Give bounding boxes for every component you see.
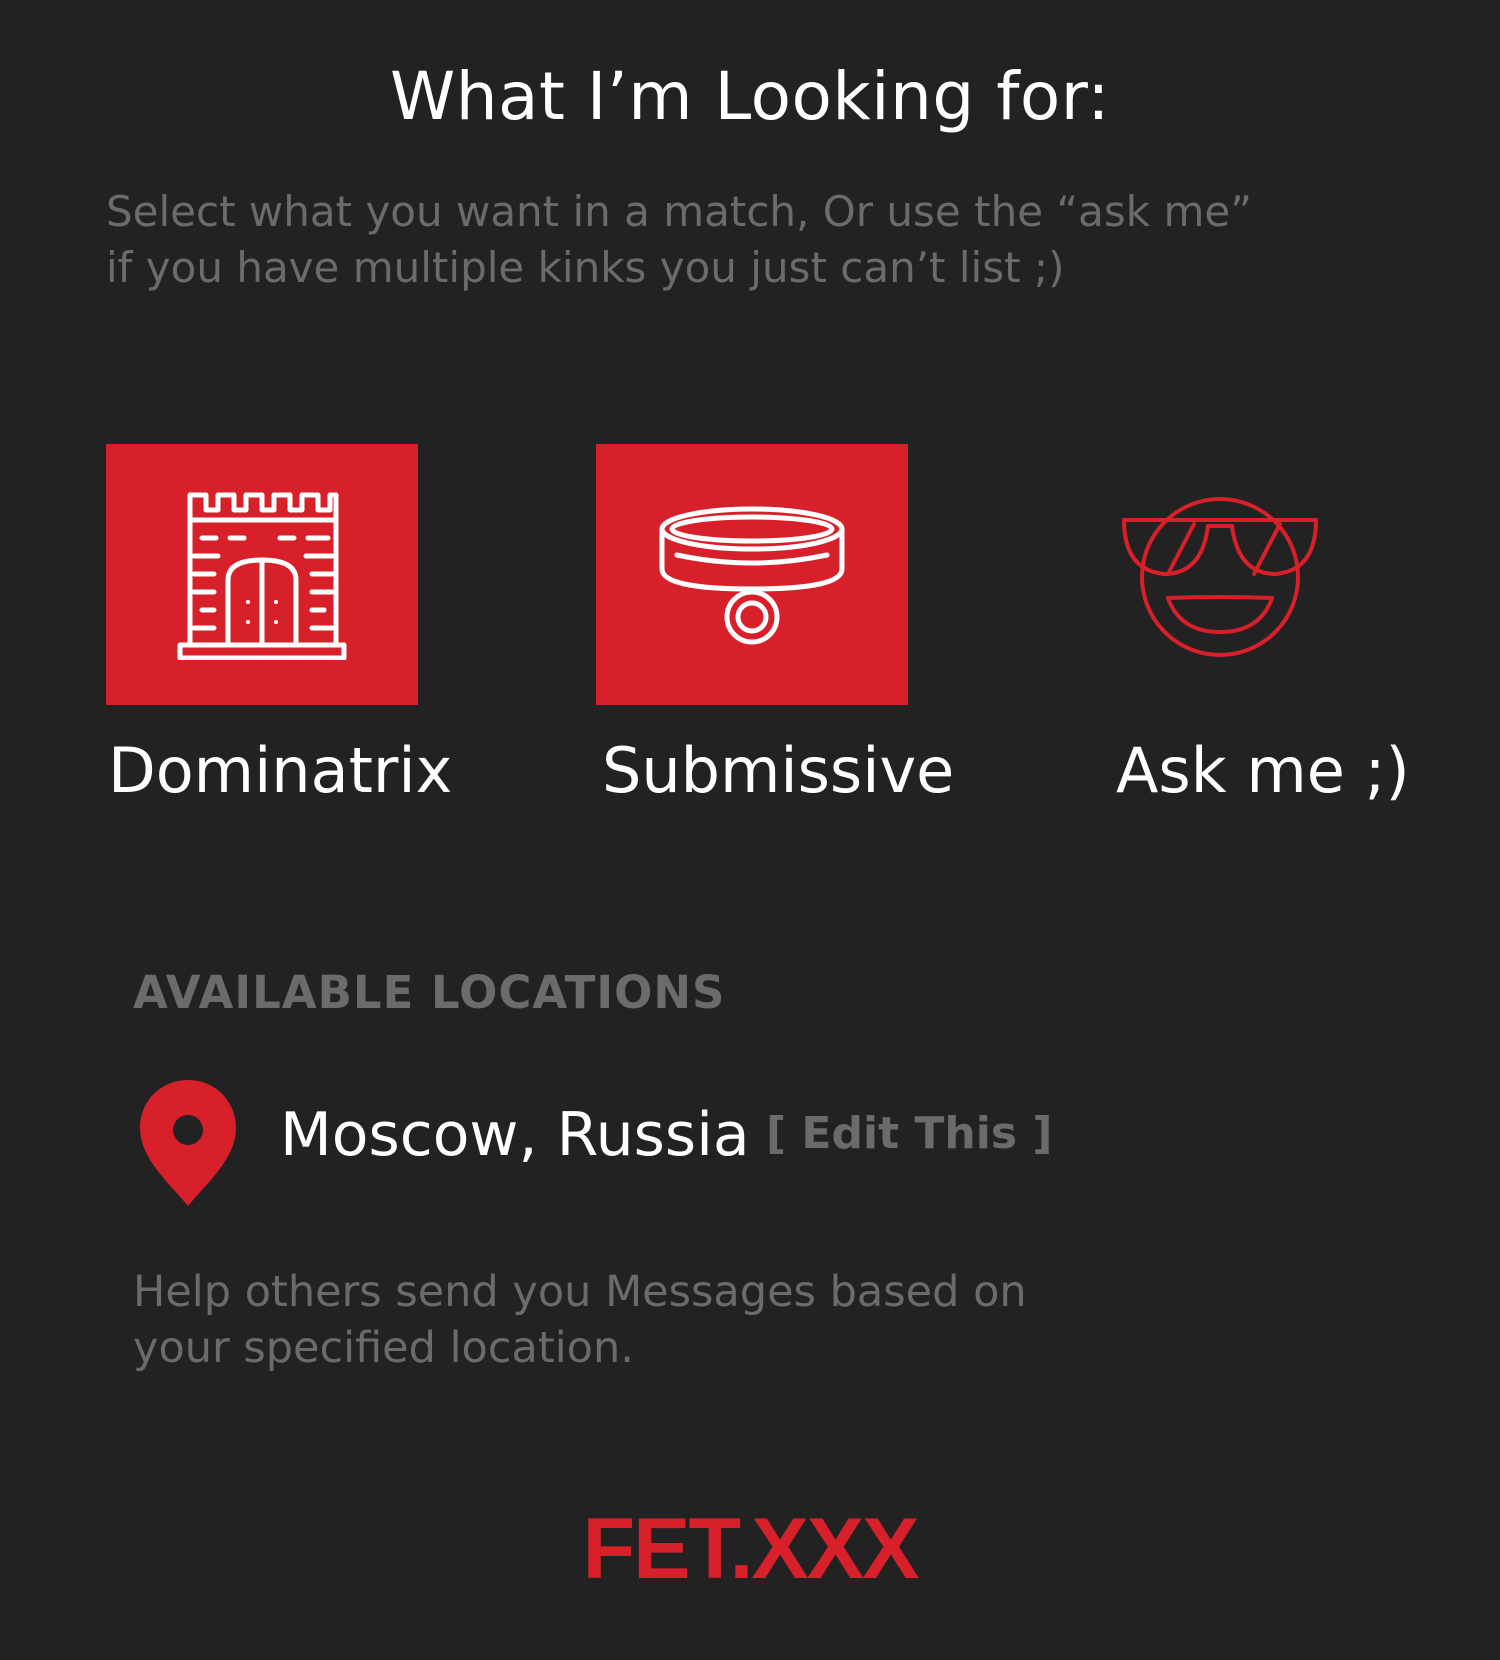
option-ask-me-label: Ask me ;) xyxy=(1116,734,1410,807)
option-submissive-tile[interactable] xyxy=(596,444,908,705)
help-line-1: Help others send you Messages based on xyxy=(133,1267,1027,1317)
help-line-2: your specified location. xyxy=(133,1323,634,1373)
section-title-locations: AVAILABLE LOCATIONS xyxy=(133,966,726,1019)
collar-icon xyxy=(659,506,845,644)
option-dominatrix-label: Dominatrix xyxy=(108,734,453,807)
option-submissive-label: Submissive xyxy=(602,734,955,807)
location-help-text: Help others send you Messages based on y… xyxy=(133,1264,1133,1376)
castle-icon xyxy=(177,492,347,660)
option-ask-me-tile[interactable] xyxy=(1064,444,1376,705)
option-dominatrix-tile[interactable] xyxy=(106,444,418,705)
brand-logo: FET.XXX xyxy=(582,1501,920,1597)
subtitle-line-2: if you have multiple kinks you just can’… xyxy=(106,243,1065,292)
subtitle-line-1: Select what you want in a match, Or use … xyxy=(106,187,1252,236)
edit-location-link[interactable]: [ Edit This ] xyxy=(766,1108,1052,1159)
option-dominatrix[interactable]: Dominatrix xyxy=(106,444,452,807)
option-submissive[interactable]: Submissive xyxy=(596,444,954,807)
page-subtitle: Select what you want in a match, Or use … xyxy=(106,184,1366,296)
page-title: What I’m Looking for: xyxy=(389,58,1111,135)
option-ask-me[interactable]: Ask me ;) xyxy=(1064,444,1410,807)
location-current: Moscow, Russia xyxy=(280,1100,750,1170)
map-pin-icon xyxy=(140,1080,236,1206)
sunglasses-smiley-icon xyxy=(1122,496,1318,657)
